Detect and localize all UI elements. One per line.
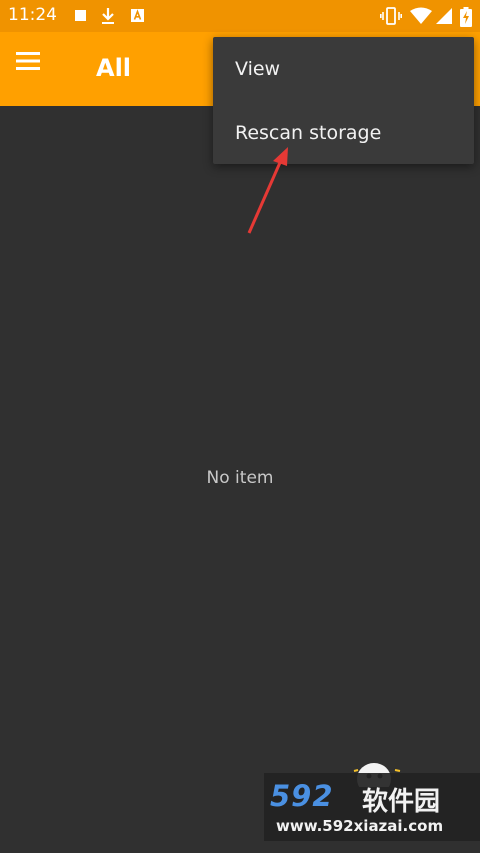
watermark-url: www.592xiazai.com <box>276 817 444 835</box>
annotation-arrow-icon <box>247 147 288 234</box>
hamburger-menu-button[interactable] <box>16 51 60 87</box>
vibrate-icon <box>380 7 402 29</box>
wifi-icon <box>410 7 432 29</box>
font-icon <box>130 7 146 29</box>
watermark-brand: 592 <box>270 779 334 813</box>
empty-state-text: No item <box>206 468 274 488</box>
hamburger-menu-icon <box>16 52 40 70</box>
watermark-name: 软件园 <box>362 787 441 817</box>
battery-charging-icon <box>460 7 472 31</box>
signal-icon <box>435 7 453 29</box>
screen: 11:24 All No item View Rescan storage 59… <box>0 0 480 853</box>
stop-icon <box>74 7 88 29</box>
status-time: 11:24 <box>8 5 57 25</box>
app-title: All <box>96 54 132 82</box>
watermark: 592 软件园 www.592xiazai.com <box>264 773 480 841</box>
menu-item-view[interactable]: View <box>213 37 474 101</box>
status-bar: 11:24 <box>0 0 480 32</box>
download-icon <box>100 7 116 29</box>
